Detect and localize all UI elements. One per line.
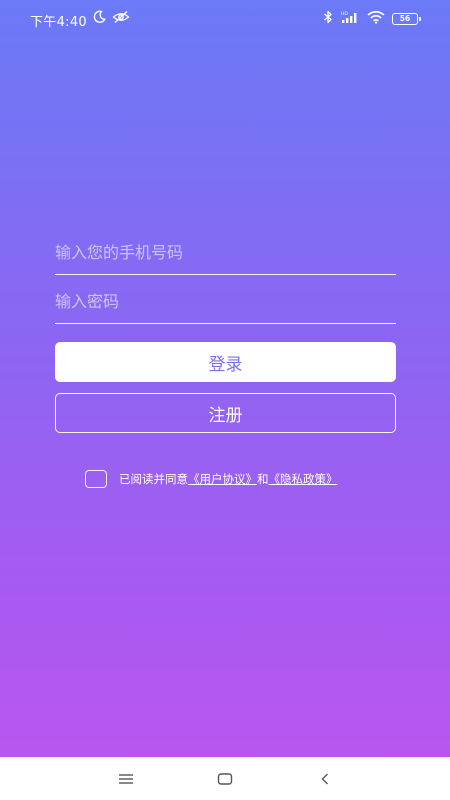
- agreement-prefix: 已阅读并同意: [119, 472, 188, 486]
- home-icon[interactable]: [213, 769, 237, 789]
- bluetooth-icon: [323, 10, 333, 28]
- svg-text:HD: HD: [341, 11, 348, 17]
- moon-icon: [92, 10, 106, 28]
- battery-icon: 56: [392, 13, 421, 25]
- password-input[interactable]: [55, 292, 396, 311]
- agreement-row: 已阅读并同意 《用户协议》 和 《隐私政策》: [85, 470, 338, 488]
- battery-level: 56: [399, 14, 411, 24]
- privacy-policy-link[interactable]: 《隐私政策》: [269, 471, 338, 487]
- status-left-icons: [92, 10, 130, 28]
- status-bar: 下午4:40 HD 56: [0, 0, 450, 38]
- login-screen: 下午4:40 HD 56 输入您的手机号码 登录 注册 已阅读并同意 《用户协议…: [0, 0, 450, 800]
- wifi-icon: [367, 10, 385, 28]
- menu-icon[interactable]: [114, 769, 138, 789]
- phone-field: [55, 227, 396, 275]
- signal-icon: HD: [340, 10, 360, 28]
- login-button[interactable]: 登录: [55, 342, 396, 382]
- navigation-bar: [0, 757, 450, 800]
- status-right-icons: HD 56: [323, 10, 421, 28]
- eye-off-icon: [112, 10, 130, 28]
- back-icon[interactable]: [313, 769, 337, 789]
- status-time: 下午4:40: [30, 15, 87, 30]
- agreement-checkbox[interactable]: [85, 470, 107, 488]
- password-field: [55, 276, 396, 324]
- agreement-conjunction: 和: [257, 472, 269, 486]
- phone-input[interactable]: [55, 243, 396, 262]
- user-agreement-link[interactable]: 《用户协议》: [188, 471, 257, 487]
- register-button[interactable]: 注册: [55, 393, 396, 433]
- login-form: 登录 注册: [55, 227, 396, 433]
